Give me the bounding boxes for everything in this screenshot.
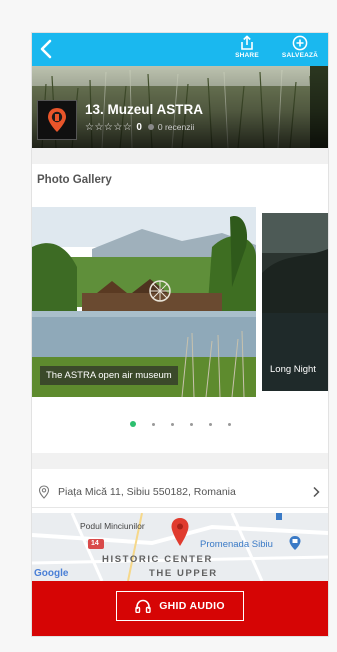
rating-value: 0 (136, 121, 142, 133)
pagination-dot[interactable] (190, 422, 193, 426)
map-pin-icon (38, 485, 50, 499)
headphones-icon (135, 599, 151, 613)
place-title: 13. Muzeul ASTRA (85, 102, 204, 117)
map-label-upper: THE UPPER (149, 568, 218, 579)
save-label: SALVEAZĂ (281, 52, 319, 59)
location-pin-icon (48, 108, 66, 132)
pagination-dot[interactable] (171, 422, 174, 426)
top-bar: SHARE SALVEAZĂ (32, 33, 328, 66)
audio-guide-button[interactable]: GHID AUDIO (116, 591, 244, 621)
map-label-promenade: Promenada Sibiu (200, 539, 273, 550)
plus-circle-icon (292, 35, 308, 51)
section-divider (32, 453, 328, 469)
pagination-dot[interactable] (152, 422, 155, 426)
audio-guide-label: GHID AUDIO (159, 600, 225, 612)
pagination-dot-active[interactable] (130, 421, 136, 427)
slide-caption: Long Night (270, 364, 316, 375)
chevron-left-icon (40, 39, 52, 59)
review-dot-icon (147, 124, 154, 130)
gallery-pagination (130, 421, 247, 427)
pagination-dot[interactable] (228, 422, 231, 426)
rating-stars[interactable]: ☆☆☆☆☆ (85, 122, 132, 133)
gallery-title: Photo Gallery (37, 174, 112, 186)
map-label-center: HISTORIC CENTER (102, 554, 213, 565)
section-divider (32, 148, 328, 164)
bottom-bar: GHID AUDIO (32, 581, 328, 636)
hero-header: 13. Muzeul ASTRA ☆☆☆☆☆ 0 0 recenzii (32, 66, 328, 148)
gallery-slide[interactable]: The ASTRA open air museum (32, 207, 256, 397)
place-marker-badge (37, 100, 77, 140)
address-text: Piața Mică 11, Sibiu 550182, Romania (58, 486, 236, 498)
share-button[interactable]: SHARE (232, 35, 262, 65)
share-label: SHARE (235, 52, 259, 59)
google-logo: Google (34, 568, 69, 579)
review-count[interactable]: 0 recenzii (158, 122, 194, 132)
shopping-pin-icon (289, 536, 301, 550)
map-label-route: 14 (91, 540, 99, 547)
map-preview[interactable]: Podul Minciunilor 14 Promenada Sibiu HIS… (32, 513, 328, 581)
phone-screen: SHARE SALVEAZĂ 13. Muzeul ASTRA ☆☆☆☆☆ 0 … (32, 33, 328, 636)
gallery-slide[interactable]: Long Night (262, 213, 328, 391)
slide-caption: The ASTRA open air museum (40, 366, 178, 385)
back-button[interactable] (36, 38, 58, 60)
map-label-bridge: Podul Minciunilor (80, 521, 145, 531)
address-row[interactable]: Piața Mică 11, Sibiu 550182, Romania (32, 477, 328, 508)
rating-row: ☆☆☆☆☆ 0 0 recenzii (85, 121, 194, 133)
save-button[interactable]: SALVEAZĂ (279, 35, 321, 65)
red-location-marker-icon[interactable] (170, 517, 190, 547)
chevron-right-icon (313, 486, 320, 498)
share-icon (241, 35, 253, 50)
pagination-dot[interactable] (209, 422, 212, 426)
